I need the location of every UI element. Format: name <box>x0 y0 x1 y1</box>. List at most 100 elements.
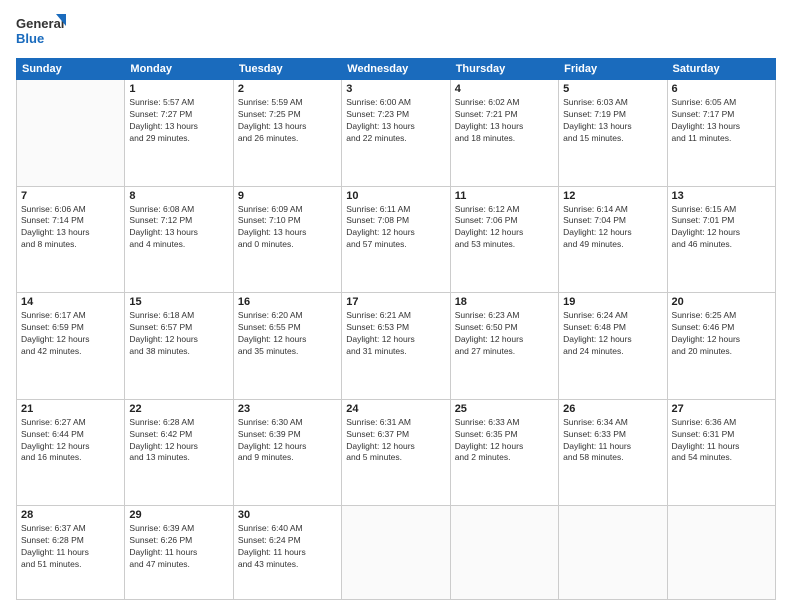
day-info: Sunrise: 6:31 AM Sunset: 6:37 PM Dayligh… <box>346 417 445 465</box>
calendar-week-row: 21 Sunrise: 6:27 AM Sunset: 6:44 PM Dayli… <box>17 399 776 506</box>
svg-text:General: General <box>16 16 64 31</box>
day-number: 15 <box>129 296 228 308</box>
day-number: 21 <box>21 403 120 415</box>
calendar-cell: 7 Sunrise: 6:06 AM Sunset: 7:14 PM Daylig… <box>17 186 125 293</box>
logo-svg: General Blue <box>16 12 66 50</box>
day-info: Sunrise: 6:14 AM Sunset: 7:04 PM Dayligh… <box>563 204 662 252</box>
calendar-cell: 27 Sunrise: 6:36 AM Sunset: 6:31 PM Dayli… <box>667 399 775 506</box>
weekday-header-sunday: Sunday <box>17 59 125 80</box>
day-number: 9 <box>238 190 337 202</box>
day-info: Sunrise: 6:34 AM Sunset: 6:33 PM Dayligh… <box>563 417 662 465</box>
day-info: Sunrise: 6:09 AM Sunset: 7:10 PM Dayligh… <box>238 204 337 252</box>
calendar-week-row: 28Sunrise: 6:37 AM Sunset: 6:28 PM Dayli… <box>17 506 776 600</box>
calendar-cell: 10Sunrise: 6:11 AM Sunset: 7:08 PM Dayli… <box>342 186 450 293</box>
calendar-cell: 15 Sunrise: 6:18 AM Sunset: 6:57 PM Dayli… <box>125 293 233 400</box>
calendar-week-row: 14Sunrise: 6:17 AM Sunset: 6:59 PM Dayli… <box>17 293 776 400</box>
calendar-cell <box>17 80 125 187</box>
svg-text:Blue: Blue <box>16 31 44 46</box>
day-info: Sunrise: 6:00 AM Sunset: 7:23 PM Dayligh… <box>346 97 445 145</box>
calendar-cell: 6Sunrise: 6:05 AM Sunset: 7:17 PM Daylig… <box>667 80 775 187</box>
calendar-cell: 8 Sunrise: 6:08 AM Sunset: 7:12 PM Daylig… <box>125 186 233 293</box>
weekday-header-thursday: Thursday <box>450 59 558 80</box>
calendar-cell: 9 Sunrise: 6:09 AM Sunset: 7:10 PM Daylig… <box>233 186 341 293</box>
weekday-header-row: SundayMondayTuesdayWednesdayThursdayFrid… <box>17 59 776 80</box>
day-info: Sunrise: 6:21 AM Sunset: 6:53 PM Dayligh… <box>346 310 445 358</box>
day-number: 20 <box>672 296 771 308</box>
day-info: Sunrise: 6:12 AM Sunset: 7:06 PM Dayligh… <box>455 204 554 252</box>
calendar-table: SundayMondayTuesdayWednesdayThursdayFrid… <box>16 58 776 600</box>
day-info: Sunrise: 6:39 AM Sunset: 6:26 PM Dayligh… <box>129 523 228 571</box>
day-info: Sunrise: 6:36 AM Sunset: 6:31 PM Dayligh… <box>672 417 771 465</box>
calendar-week-row: 1Sunrise: 5:57 AM Sunset: 7:27 PM Daylig… <box>17 80 776 187</box>
day-number: 12 <box>563 190 662 202</box>
header: General Blue <box>16 12 776 50</box>
weekday-header-monday: Monday <box>125 59 233 80</box>
day-number: 30 <box>238 509 337 521</box>
calendar-cell: 20 Sunrise: 6:25 AM Sunset: 6:46 PM Dayli… <box>667 293 775 400</box>
day-info: Sunrise: 6:25 AM Sunset: 6:46 PM Dayligh… <box>672 310 771 358</box>
day-number: 16 <box>238 296 337 308</box>
calendar-cell: 14Sunrise: 6:17 AM Sunset: 6:59 PM Dayli… <box>17 293 125 400</box>
day-number: 13 <box>672 190 771 202</box>
calendar-week-row: 7 Sunrise: 6:06 AM Sunset: 7:14 PM Daylig… <box>17 186 776 293</box>
weekday-header-friday: Friday <box>559 59 667 80</box>
calendar-cell <box>559 506 667 600</box>
calendar-cell: 5 Sunrise: 6:03 AM Sunset: 7:19 PM Daylig… <box>559 80 667 187</box>
day-number: 7 <box>21 190 120 202</box>
day-number: 3 <box>346 83 445 95</box>
day-info: Sunrise: 6:18 AM Sunset: 6:57 PM Dayligh… <box>129 310 228 358</box>
day-number: 23 <box>238 403 337 415</box>
calendar-cell: 29Sunrise: 6:39 AM Sunset: 6:26 PM Dayli… <box>125 506 233 600</box>
calendar-cell <box>667 506 775 600</box>
day-info: Sunrise: 6:28 AM Sunset: 6:42 PM Dayligh… <box>129 417 228 465</box>
day-number: 5 <box>563 83 662 95</box>
weekday-header-saturday: Saturday <box>667 59 775 80</box>
calendar-cell: 26 Sunrise: 6:34 AM Sunset: 6:33 PM Dayli… <box>559 399 667 506</box>
day-info: Sunrise: 6:03 AM Sunset: 7:19 PM Dayligh… <box>563 97 662 145</box>
day-info: Sunrise: 6:30 AM Sunset: 6:39 PM Dayligh… <box>238 417 337 465</box>
day-info: Sunrise: 6:40 AM Sunset: 6:24 PM Dayligh… <box>238 523 337 571</box>
day-info: Sunrise: 6:33 AM Sunset: 6:35 PM Dayligh… <box>455 417 554 465</box>
calendar-cell <box>450 506 558 600</box>
calendar-cell: 11Sunrise: 6:12 AM Sunset: 7:06 PM Dayli… <box>450 186 558 293</box>
day-number: 22 <box>129 403 228 415</box>
calendar-cell: 30 Sunrise: 6:40 AM Sunset: 6:24 PM Dayli… <box>233 506 341 600</box>
day-number: 1 <box>129 83 228 95</box>
day-info: Sunrise: 6:11 AM Sunset: 7:08 PM Dayligh… <box>346 204 445 252</box>
calendar-cell: 21 Sunrise: 6:27 AM Sunset: 6:44 PM Dayli… <box>17 399 125 506</box>
calendar-cell: 22 Sunrise: 6:28 AM Sunset: 6:42 PM Dayli… <box>125 399 233 506</box>
day-number: 6 <box>672 83 771 95</box>
day-info: Sunrise: 6:02 AM Sunset: 7:21 PM Dayligh… <box>455 97 554 145</box>
day-number: 28 <box>21 509 120 521</box>
calendar-cell: 28Sunrise: 6:37 AM Sunset: 6:28 PM Dayli… <box>17 506 125 600</box>
day-info: Sunrise: 6:24 AM Sunset: 6:48 PM Dayligh… <box>563 310 662 358</box>
day-info: Sunrise: 6:27 AM Sunset: 6:44 PM Dayligh… <box>21 417 120 465</box>
day-info: Sunrise: 5:59 AM Sunset: 7:25 PM Dayligh… <box>238 97 337 145</box>
day-number: 19 <box>563 296 662 308</box>
day-info: Sunrise: 6:15 AM Sunset: 7:01 PM Dayligh… <box>672 204 771 252</box>
page: General Blue SundayMondayTuesdayWednesda… <box>0 0 792 612</box>
day-number: 8 <box>129 190 228 202</box>
calendar-cell: 25Sunrise: 6:33 AM Sunset: 6:35 PM Dayli… <box>450 399 558 506</box>
weekday-header-wednesday: Wednesday <box>342 59 450 80</box>
calendar-cell: 1Sunrise: 5:57 AM Sunset: 7:27 PM Daylig… <box>125 80 233 187</box>
weekday-header-tuesday: Tuesday <box>233 59 341 80</box>
day-number: 27 <box>672 403 771 415</box>
calendar-cell: 12 Sunrise: 6:14 AM Sunset: 7:04 PM Dayli… <box>559 186 667 293</box>
logo: General Blue <box>16 12 66 50</box>
day-number: 4 <box>455 83 554 95</box>
day-number: 24 <box>346 403 445 415</box>
day-number: 2 <box>238 83 337 95</box>
day-number: 17 <box>346 296 445 308</box>
calendar-cell: 16Sunrise: 6:20 AM Sunset: 6:55 PM Dayli… <box>233 293 341 400</box>
calendar-cell: 13 Sunrise: 6:15 AM Sunset: 7:01 PM Dayli… <box>667 186 775 293</box>
day-info: Sunrise: 6:08 AM Sunset: 7:12 PM Dayligh… <box>129 204 228 252</box>
day-number: 26 <box>563 403 662 415</box>
calendar-cell: 4 Sunrise: 6:02 AM Sunset: 7:21 PM Daylig… <box>450 80 558 187</box>
day-info: Sunrise: 6:23 AM Sunset: 6:50 PM Dayligh… <box>455 310 554 358</box>
day-info: Sunrise: 6:06 AM Sunset: 7:14 PM Dayligh… <box>21 204 120 252</box>
calendar-cell: 17 Sunrise: 6:21 AM Sunset: 6:53 PM Dayli… <box>342 293 450 400</box>
day-info: Sunrise: 6:17 AM Sunset: 6:59 PM Dayligh… <box>21 310 120 358</box>
calendar-cell: 2 Sunrise: 5:59 AM Sunset: 7:25 PM Daylig… <box>233 80 341 187</box>
calendar-cell: 24 Sunrise: 6:31 AM Sunset: 6:37 PM Dayli… <box>342 399 450 506</box>
